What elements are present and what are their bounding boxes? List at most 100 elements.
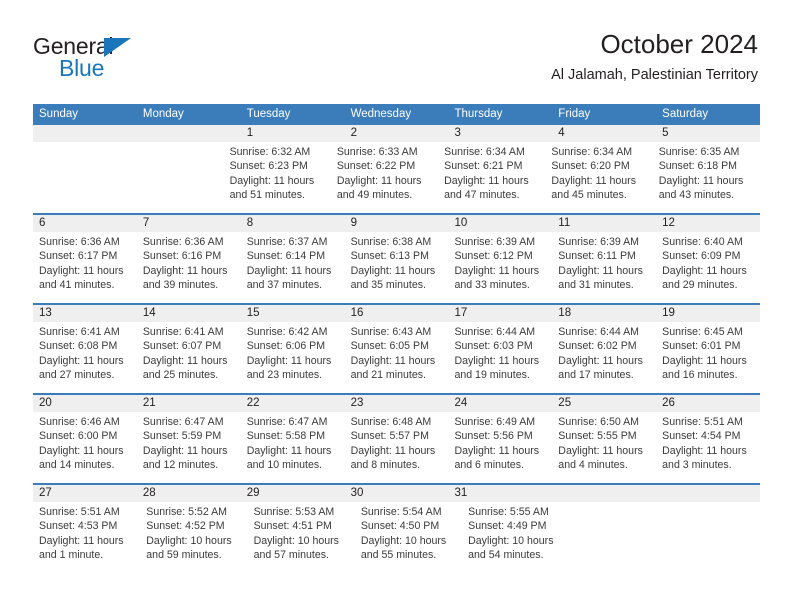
daylight-text: Daylight: 11 hours and 33 minutes. (454, 264, 540, 291)
sunset-text: Sunset: 6:23 PM (229, 160, 308, 173)
sunrise-text: Sunrise: 6:37 AM (246, 236, 328, 248)
sunset-text: Sunset: 5:58 PM (246, 430, 326, 443)
sunrise-text: Sunrise: 6:36 AM (39, 236, 120, 248)
week-row: 6 7 8 9 10 11 12 Sunrise: 6:36 AM Sunset… (33, 213, 760, 303)
day-number: 7 (142, 217, 150, 229)
week-daynumber-band: 1 2 3 4 5 (33, 125, 760, 142)
day-cell[interactable]: Sunrise: 6:41 AM Sunset: 6:07 PM Dayligh… (137, 322, 241, 393)
day-cell[interactable]: Sunrise: 6:43 AM Sunset: 6:05 PM Dayligh… (345, 322, 449, 393)
day-number: 20 (39, 397, 52, 409)
daylight-text: Daylight: 10 hours and 59 minutes. (146, 534, 232, 561)
daylight-text: Daylight: 11 hours and 43 minutes. (658, 174, 744, 201)
day-cell[interactable]: Sunrise: 6:47 AM Sunset: 5:58 PM Dayligh… (241, 412, 345, 483)
sunset-text: Sunset: 6:21 PM (444, 160, 523, 173)
day-number: 25 (558, 397, 572, 409)
daylight-text: Daylight: 11 hours and 16 minutes. (662, 354, 747, 381)
day-number (33, 125, 137, 142)
week-detail-band: Sunrise: 6:46 AM Sunset: 6:00 PM Dayligh… (33, 412, 760, 483)
weekday-header-friday: Friday (558, 108, 591, 120)
day-cell-empty (33, 142, 128, 213)
day-cell[interactable]: Sunrise: 6:34 AM Sunset: 6:21 PM Dayligh… (438, 142, 545, 213)
day-cell[interactable]: Sunrise: 6:36 AM Sunset: 6:17 PM Dayligh… (33, 232, 137, 303)
week-daynumber-band: 27 28 29 30 31 (33, 485, 760, 502)
sunrise-text: Sunrise: 6:39 AM (454, 236, 536, 248)
day-cell[interactable]: Sunrise: 6:46 AM Sunset: 6:00 PM Dayligh… (33, 412, 137, 483)
day-cell[interactable]: Sunrise: 6:42 AM Sunset: 6:06 PM Dayligh… (241, 322, 345, 393)
daylight-text: Daylight: 11 hours and 6 minutes. (454, 444, 540, 471)
title-block: October 2024 Al Jalamah, Palestinian Ter… (551, 28, 758, 84)
day-cell[interactable]: Sunrise: 6:41 AM Sunset: 6:08 PM Dayligh… (33, 322, 137, 393)
day-cell[interactable]: Sunrise: 5:55 AM Sunset: 4:49 PM Dayligh… (462, 502, 569, 573)
day-number: 8 (246, 217, 254, 229)
day-cell[interactable]: Sunrise: 6:32 AM Sunset: 6:23 PM Dayligh… (224, 142, 331, 213)
daylight-text: Daylight: 11 hours and 10 minutes. (246, 444, 332, 471)
day-cell[interactable]: Sunrise: 6:33 AM Sunset: 6:22 PM Dayligh… (331, 142, 438, 213)
general-blue-logo[interactable]: General Blue (33, 33, 163, 83)
day-cell-empty (569, 502, 664, 573)
week-daynumber-band: 6 7 8 9 10 11 12 (33, 215, 760, 232)
day-cell[interactable]: Sunrise: 6:40 AM Sunset: 6:09 PM Dayligh… (656, 232, 760, 303)
day-cell[interactable]: Sunrise: 5:51 AM Sunset: 4:54 PM Dayligh… (656, 412, 760, 483)
sunrise-text: Sunrise: 6:34 AM (551, 146, 633, 158)
day-number: 29 (246, 487, 260, 499)
day-cell[interactable]: Sunrise: 6:44 AM Sunset: 6:03 PM Dayligh… (448, 322, 552, 393)
sunrise-text: Sunrise: 5:51 AM (662, 416, 743, 428)
sunset-text: Sunset: 4:52 PM (146, 520, 225, 533)
weekday-header-saturday: Saturday (662, 108, 709, 120)
sunset-text: Sunset: 4:54 PM (662, 430, 741, 443)
sunset-text: Sunset: 5:55 PM (558, 430, 637, 443)
day-cell[interactable]: Sunrise: 6:48 AM Sunset: 5:57 PM Dayligh… (345, 412, 449, 483)
day-cell[interactable]: Sunrise: 6:44 AM Sunset: 6:02 PM Dayligh… (552, 322, 656, 393)
sunrise-text: Sunrise: 5:55 AM (468, 506, 549, 518)
day-number: 4 (558, 127, 565, 139)
sunset-text: Sunset: 6:17 PM (39, 250, 118, 263)
sunset-text: Sunset: 6:11 PM (558, 250, 636, 263)
day-cell[interactable]: Sunrise: 6:35 AM Sunset: 6:18 PM Dayligh… (653, 142, 760, 213)
day-cell[interactable]: Sunrise: 6:34 AM Sunset: 6:20 PM Dayligh… (545, 142, 652, 213)
day-number: 27 (39, 487, 52, 499)
day-cell[interactable]: Sunrise: 5:52 AM Sunset: 4:52 PM Dayligh… (140, 502, 247, 573)
sunrise-text: Sunrise: 6:45 AM (662, 326, 743, 338)
day-number: 13 (39, 307, 52, 319)
day-cell[interactable]: Sunrise: 6:50 AM Sunset: 5:55 PM Dayligh… (552, 412, 656, 483)
sunset-text: Sunset: 4:50 PM (360, 520, 440, 533)
day-number: 2 (350, 127, 357, 139)
daylight-text: Daylight: 11 hours and 49 minutes. (336, 174, 422, 201)
day-cell[interactable]: Sunrise: 6:37 AM Sunset: 6:14 PM Dayligh… (241, 232, 345, 303)
sunrise-text: Sunrise: 5:54 AM (360, 506, 442, 518)
week-row: 20 21 22 23 24 25 26 Sunrise: 6:46 AM Su… (33, 393, 760, 483)
day-cell[interactable]: Sunrise: 6:45 AM Sunset: 6:01 PM Dayligh… (656, 322, 760, 393)
sunrise-text: Sunrise: 6:48 AM (350, 416, 432, 428)
day-cell[interactable]: Sunrise: 5:54 AM Sunset: 4:50 PM Dayligh… (355, 502, 462, 573)
day-cell[interactable]: Sunrise: 6:38 AM Sunset: 6:13 PM Dayligh… (345, 232, 449, 303)
day-number: 16 (350, 307, 364, 319)
weekday-header-tuesday: Tuesday (246, 108, 291, 120)
daylight-text: Daylight: 11 hours and 41 minutes. (39, 264, 124, 291)
sunset-text: Sunset: 5:57 PM (350, 430, 429, 443)
daylight-text: Daylight: 11 hours and 19 minutes. (454, 354, 540, 381)
week-row: 1 2 3 4 5 Sunrise: 6:32 AM Sunset: 6:23 … (33, 125, 760, 213)
sunrise-text: Sunrise: 6:41 AM (142, 326, 224, 338)
calendar-page: General Blue October 2024 Al Jalamah, Pa… (0, 0, 792, 612)
sunset-text: Sunset: 6:12 PM (454, 250, 533, 263)
day-number: 14 (142, 307, 156, 319)
day-cell[interactable]: Sunrise: 6:36 AM Sunset: 6:16 PM Dayligh… (137, 232, 241, 303)
sunrise-text: Sunrise: 6:39 AM (558, 236, 639, 248)
sunrise-text: Sunrise: 6:32 AM (229, 146, 311, 158)
day-number: 17 (454, 307, 468, 319)
day-number: 10 (454, 217, 468, 229)
day-cell[interactable]: Sunrise: 6:39 AM Sunset: 6:12 PM Dayligh… (448, 232, 552, 303)
daylight-text: Daylight: 11 hours and 8 minutes. (350, 444, 436, 471)
day-cell[interactable]: Sunrise: 6:47 AM Sunset: 5:59 PM Dayligh… (137, 412, 241, 483)
day-cell[interactable]: Sunrise: 6:49 AM Sunset: 5:56 PM Dayligh… (448, 412, 552, 483)
day-cell[interactable]: Sunrise: 6:39 AM Sunset: 6:11 PM Dayligh… (552, 232, 656, 303)
day-number: 11 (558, 217, 571, 229)
day-cell[interactable]: Sunrise: 5:53 AM Sunset: 4:51 PM Dayligh… (248, 502, 355, 573)
day-cell[interactable]: Sunrise: 5:51 AM Sunset: 4:53 PM Dayligh… (33, 502, 140, 573)
sunrise-text: Sunrise: 6:42 AM (246, 326, 328, 338)
sunset-text: Sunset: 6:08 PM (39, 340, 118, 353)
sunrise-text: Sunrise: 6:43 AM (350, 326, 432, 338)
logo-triangle-icon (104, 38, 131, 57)
weekday-header-thursday: Thursday (454, 108, 503, 120)
sunrise-text: Sunrise: 6:38 AM (350, 236, 432, 248)
